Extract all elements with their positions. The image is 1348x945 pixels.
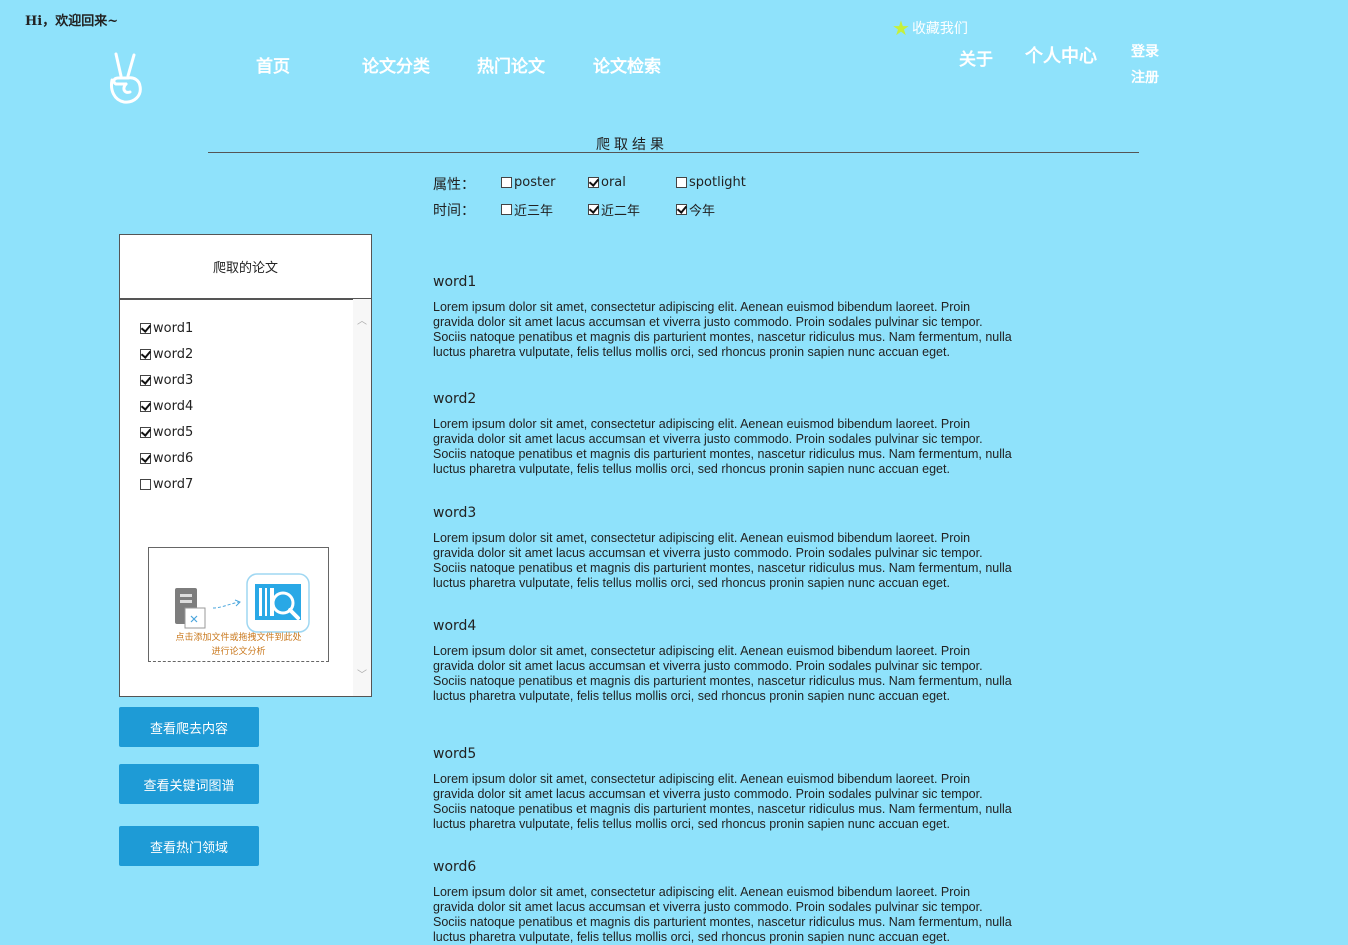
scroll-up-icon[interactable]: ︿ — [357, 317, 367, 327]
panel-scrollbar[interactable]: ︿ ﹀ — [353, 299, 371, 696]
paper-item-label: word7 — [153, 476, 194, 492]
paper-item-label: word2 — [153, 346, 194, 362]
paper-item-word5[interactable]: word5 — [140, 419, 193, 445]
view-hot-fields-button[interactable]: 查看热门领域 — [119, 826, 259, 866]
entry-body: Lorem ipsum dolor sit amet, consectetur … — [433, 644, 1012, 703]
panel-title: 爬取的论文 — [120, 235, 371, 300]
upload-hint-line1: 点击添加文件或拖拽文件到此处 — [175, 633, 302, 643]
filter-oral-checkbox[interactable]: oral — [588, 175, 626, 190]
filter-last-two-years-checkbox[interactable]: 近二年 — [588, 200, 640, 219]
filter-this-year-checkbox[interactable]: 今年 — [676, 200, 715, 219]
entry-body: Lorem ipsum dolor sit amet, consectetur … — [433, 885, 1012, 944]
upload-hint-line2: 进行论文分析 — [211, 647, 266, 657]
checkbox-label: 近三年 — [514, 204, 554, 219]
checkbox-label: oral — [601, 175, 626, 190]
paper-checkbox-list: word1 word2 word3 word4 word5 word6 word… — [140, 315, 193, 497]
paper-item-word2[interactable]: word2 — [140, 341, 193, 367]
checkbox-label: poster — [514, 175, 556, 190]
checkbox-box[interactable] — [676, 177, 687, 188]
checkbox-box[interactable] — [140, 322, 151, 334]
entry-title[interactable]: word2 — [433, 391, 476, 407]
document-icon — [175, 588, 206, 629]
greeting-text: Hi，欢迎回来~ — [25, 14, 119, 29]
register-link[interactable]: 注册 — [1131, 67, 1159, 87]
paper-item-word3[interactable]: word3 — [140, 367, 193, 393]
entry-body: Lorem ipsum dolor sit amet, consectetur … — [433, 531, 1012, 590]
entry-title[interactable]: word3 — [433, 505, 476, 521]
filter-last-three-years-checkbox[interactable]: 近三年 — [501, 200, 553, 219]
checkbox-label: 近二年 — [601, 204, 641, 219]
checkbox-box[interactable] — [140, 400, 151, 412]
checkbox-box[interactable] — [501, 177, 512, 188]
nav-home[interactable]: 首页 — [256, 52, 290, 77]
entry-body: Lorem ipsum dolor sit amet, consectetur … — [433, 772, 1012, 831]
filter-spotlight-checkbox[interactable]: spotlight — [676, 175, 746, 190]
entry-title[interactable]: word4 — [433, 618, 476, 634]
time-filter-label: 时间： — [433, 203, 475, 219]
arrow-icon — [212, 599, 241, 609]
crawled-papers-panel: 爬取的论文 word1 word2 word3 word4 word5 word… — [119, 234, 372, 697]
view-crawled-content-button[interactable]: 查看爬去内容 — [119, 707, 259, 747]
checkbox-box[interactable] — [588, 204, 599, 215]
file-upload-dropzone[interactable]: 点击添加文件或拖拽文件到此处 进行论文分析 — [148, 547, 329, 662]
section-title: 爬取结果 — [596, 137, 668, 153]
checkbox-box[interactable] — [140, 374, 151, 386]
victory-hand-logo-icon[interactable] — [104, 50, 148, 106]
paper-item-word7[interactable]: word7 — [140, 471, 193, 497]
view-keyword-graph-button[interactable]: 查看关键词图谱 — [119, 764, 259, 804]
checkbox-label: 今年 — [689, 204, 716, 219]
entry-body: Lorem ipsum dolor sit amet, consectetur … — [433, 300, 1012, 359]
checkbox-box[interactable] — [140, 348, 151, 360]
paper-item-word1[interactable]: word1 — [140, 315, 193, 341]
checkbox-label: spotlight — [689, 175, 746, 190]
nav-about[interactable]: 关于 — [959, 45, 993, 70]
paper-item-label: word4 — [153, 398, 194, 414]
scroll-down-icon[interactable]: ﹀ — [357, 671, 367, 681]
section-divider — [208, 152, 1139, 153]
attribute-filter-label: 属性： — [433, 177, 475, 193]
checkbox-box[interactable] — [140, 452, 151, 464]
paper-item-word6[interactable]: word6 — [140, 445, 193, 471]
checkbox-box[interactable] — [676, 204, 687, 215]
nav-paper-search[interactable]: 论文检索 — [593, 52, 661, 77]
star-icon: ★ — [892, 16, 910, 40]
favorite-label: 收藏我们 — [911, 21, 968, 37]
entry-title[interactable]: word5 — [433, 746, 476, 762]
login-link[interactable]: 登录 — [1131, 41, 1159, 61]
paper-item-word4[interactable]: word4 — [140, 393, 193, 419]
nav-paper-categories[interactable]: 论文分类 — [362, 52, 430, 77]
checkbox-box[interactable] — [140, 426, 151, 438]
checkbox-box[interactable] — [501, 204, 512, 215]
checkbox-box[interactable] — [140, 478, 151, 490]
nav-personal-center[interactable]: 个人中心 — [1025, 42, 1097, 68]
entry-title[interactable]: word6 — [433, 859, 476, 875]
paper-item-label: word6 — [153, 450, 194, 466]
entry-body: Lorem ipsum dolor sit amet, consectetur … — [433, 417, 1012, 476]
paper-item-label: word3 — [153, 372, 194, 388]
favorite-link[interactable]: ★ 收藏我们 — [892, 18, 968, 38]
entry-title[interactable]: word1 — [433, 274, 476, 290]
paper-item-label: word5 — [153, 424, 194, 440]
paper-item-label: word1 — [153, 320, 194, 336]
scan-analysis-icon — [246, 573, 310, 633]
filter-poster-checkbox[interactable]: poster — [501, 175, 555, 190]
checkbox-box[interactable] — [588, 177, 599, 188]
nav-hot-papers[interactable]: 热门论文 — [477, 52, 545, 77]
